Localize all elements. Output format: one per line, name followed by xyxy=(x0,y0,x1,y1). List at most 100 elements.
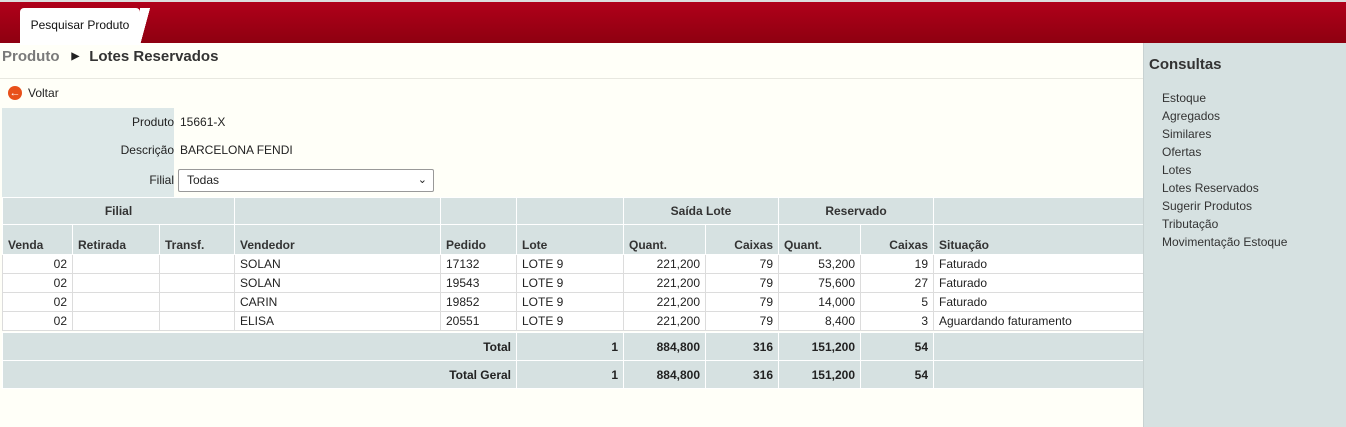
filial-select[interactable]: Todas ⌄ xyxy=(178,169,434,192)
cell-res-caixas: 27 xyxy=(860,273,934,293)
table-group-header: Filial Saída Lote Reservado xyxy=(2,197,1144,225)
cell-saida-caixas: 79 xyxy=(705,292,779,312)
table-row[interactable]: 02 SOLAN 17132 LOTE 9 221,200 79 53,200 … xyxy=(2,254,1144,274)
reserved-lots-table: Filial Saída Lote Reservado Venda Retira… xyxy=(2,197,1144,389)
col-saida-caixas[interactable]: Caixas xyxy=(705,224,779,255)
col-transf[interactable]: Transf. xyxy=(159,224,235,255)
filial-selected-value: Todas xyxy=(187,173,220,187)
group-filial: Filial xyxy=(2,197,235,225)
back-label: Voltar xyxy=(28,86,59,100)
sidebar-item-lotes-reservados[interactable]: Lotes Reservados xyxy=(1162,179,1287,197)
sidebar-item-sugerir-produtos[interactable]: Sugerir Produtos xyxy=(1162,197,1287,215)
cell-venda: 02 xyxy=(2,273,73,293)
total-row: Total 1 884,800 316 151,200 54 xyxy=(2,332,1144,361)
total-geral-saida-quant: 884,800 xyxy=(623,360,706,389)
cell-vendedor: ELISA xyxy=(234,311,441,331)
cell-situacao: Faturado xyxy=(933,254,1144,274)
total-saida-caixas: 316 xyxy=(705,332,779,361)
cell-retirada xyxy=(72,273,160,293)
cell-saida-quant: 221,200 xyxy=(623,273,706,293)
cell-saida-caixas: 79 xyxy=(705,254,779,274)
breadcrumb: Produto ▶ Lotes Reservados xyxy=(2,48,218,65)
col-situacao[interactable]: Situação xyxy=(933,224,1144,255)
sidebar-title: Consultas xyxy=(1149,56,1222,73)
cell-venda: 02 xyxy=(2,311,73,331)
col-venda[interactable]: Venda xyxy=(2,224,73,255)
cell-retirada xyxy=(72,254,160,274)
sidebar-item-movimentacao-estoque[interactable]: Movimentação Estoque xyxy=(1162,233,1287,251)
cell-res-caixas: 3 xyxy=(860,311,934,331)
cell-retirada xyxy=(72,311,160,331)
page-title: Lotes Reservados xyxy=(89,48,219,65)
cell-res-quant: 8,400 xyxy=(778,311,861,331)
cell-saida-caixas: 79 xyxy=(705,311,779,331)
table-row[interactable]: 02 ELISA 20551 LOTE 9 221,200 79 8,400 3… xyxy=(2,311,1144,331)
cell-lote: LOTE 9 xyxy=(516,311,624,331)
col-lote[interactable]: Lote xyxy=(516,224,624,255)
sidebar-item-lotes[interactable]: Lotes xyxy=(1162,161,1287,179)
total-geral-label: Total Geral xyxy=(2,360,517,389)
divider xyxy=(0,78,1143,79)
descricao-label: Descrição xyxy=(120,143,174,157)
cell-situacao: Aguardando faturamento xyxy=(933,311,1144,331)
total-res-quant: 151,200 xyxy=(778,332,861,361)
cell-venda: 02 xyxy=(2,254,73,274)
produto-label: Produto xyxy=(131,115,174,129)
main-content: Produto ▶ Lotes Reservados ← Voltar Produt… xyxy=(0,43,1144,427)
cell-pedido: 20551 xyxy=(440,311,517,331)
cell-transf xyxy=(159,273,235,293)
cell-transf xyxy=(159,254,235,274)
tab-pesquisar-produto[interactable]: Pesquisar Produto xyxy=(20,8,150,45)
cell-situacao: Faturado xyxy=(933,292,1144,312)
cell-pedido: 17132 xyxy=(440,254,517,274)
produto-row: Produto 15661-X xyxy=(2,108,1143,136)
cell-res-caixas: 5 xyxy=(860,292,934,312)
sidebar-item-similares[interactable]: Similares xyxy=(1162,125,1287,143)
total-saida-quant: 884,800 xyxy=(623,332,706,361)
cell-pedido: 19852 xyxy=(440,292,517,312)
cell-situacao: Faturado xyxy=(933,273,1144,293)
cell-res-quant: 75,600 xyxy=(778,273,861,293)
group-empty xyxy=(933,197,1144,225)
total-geral-row: Total Geral 1 884,800 316 151,200 54 xyxy=(2,360,1144,389)
cell-transf xyxy=(159,292,235,312)
total-geral-empty xyxy=(933,360,1144,389)
col-res-quant[interactable]: Quant. xyxy=(778,224,861,255)
cell-res-quant: 14,000 xyxy=(778,292,861,312)
col-retirada[interactable]: Retirada xyxy=(72,224,160,255)
consultas-sidebar: Consultas Estoque Agregados Similares Of… xyxy=(1143,43,1346,427)
cell-lote: LOTE 9 xyxy=(516,254,624,274)
col-res-caixas[interactable]: Caixas xyxy=(860,224,934,255)
sidebar-list: Estoque Agregados Similares Ofertas Lote… xyxy=(1162,89,1287,251)
sidebar-item-agregados[interactable]: Agregados xyxy=(1162,107,1287,125)
col-pedido[interactable]: Pedido xyxy=(440,224,517,255)
sidebar-item-estoque[interactable]: Estoque xyxy=(1162,89,1287,107)
total-geral-res-quant: 151,200 xyxy=(778,360,861,389)
cell-res-quant: 53,200 xyxy=(778,254,861,274)
sidebar-item-tributacao[interactable]: Tributação xyxy=(1162,215,1287,233)
cell-saida-quant: 221,200 xyxy=(623,311,706,331)
breadcrumb-produto-link[interactable]: Produto xyxy=(2,48,60,65)
col-saida-quant[interactable]: Quant. xyxy=(623,224,706,255)
back-arrow-icon: ← xyxy=(8,86,22,100)
filial-label: Filial xyxy=(149,173,174,187)
group-reservado: Reservado xyxy=(778,197,934,225)
cell-transf xyxy=(159,311,235,331)
top-bar: Pesquisar Produto xyxy=(0,0,1346,45)
total-label: Total xyxy=(2,332,517,361)
filial-row: Filial Todas ⌄ xyxy=(2,166,1143,194)
cell-venda: 02 xyxy=(2,292,73,312)
sidebar-item-ofertas[interactable]: Ofertas xyxy=(1162,143,1287,161)
cell-vendedor: SOLAN xyxy=(234,254,441,274)
group-empty xyxy=(516,197,624,225)
group-empty xyxy=(440,197,517,225)
cell-saida-caixas: 79 xyxy=(705,273,779,293)
table-row[interactable]: 02 CARIN 19852 LOTE 9 221,200 79 14,000 … xyxy=(2,292,1144,312)
cell-saida-quant: 221,200 xyxy=(623,254,706,274)
cell-vendedor: CARIN xyxy=(234,292,441,312)
col-vendedor[interactable]: Vendedor xyxy=(234,224,441,255)
total-empty xyxy=(933,332,1144,361)
back-button[interactable]: ← Voltar xyxy=(8,86,59,100)
table-row[interactable]: 02 SOLAN 19543 LOTE 9 221,200 79 75,600 … xyxy=(2,273,1144,293)
cell-saida-quant: 221,200 xyxy=(623,292,706,312)
